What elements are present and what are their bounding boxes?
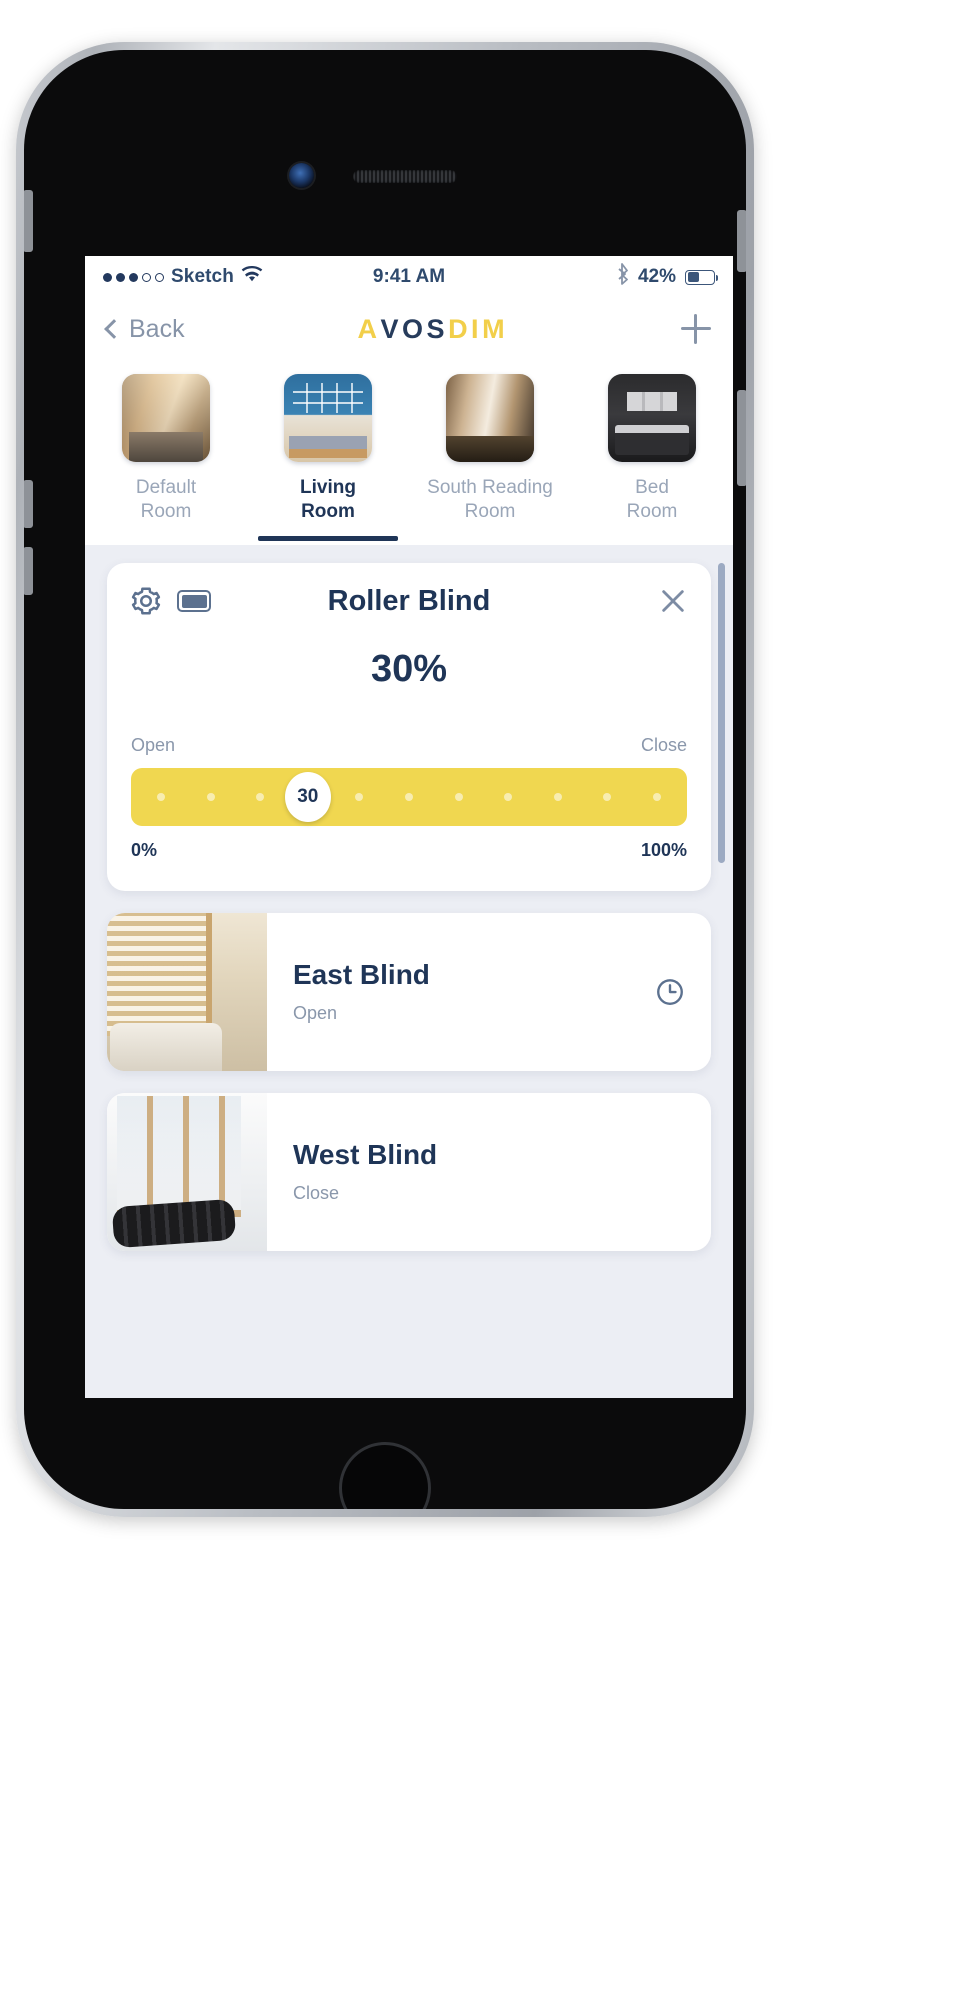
room-thumbnail: [446, 374, 534, 462]
phone-device-frame: Sketch 9:41 AM 42% Back A VOS DIM Defaul…: [16, 42, 754, 1517]
slider-endpoint-labels: Open Close: [131, 735, 687, 756]
slider-handle[interactable]: 30: [284, 771, 331, 822]
room-tab-label: Default Room: [135, 477, 197, 523]
roller-blind-control-card: Roller Blind 30% Open Close 30 0% 100%: [107, 562, 711, 891]
slider-max-label: 100%: [640, 839, 687, 860]
battery-status-icon: [685, 269, 718, 285]
carrier-name: Sketch: [171, 266, 234, 287]
gear-icon[interactable]: [131, 586, 161, 616]
logo-part-dim: DIM: [448, 313, 509, 344]
app-logo: A VOS DIM: [358, 314, 509, 345]
roller-card-title: Roller Blind: [327, 584, 491, 617]
status-bar-left: Sketch: [103, 265, 373, 289]
room-thumbnail: [122, 374, 210, 462]
battery-percent-label: 42%: [637, 266, 676, 287]
close-icon[interactable]: [567, 587, 687, 615]
app-navbar: Back A VOS DIM: [85, 298, 733, 360]
vertical-scrollbar[interactable]: [718, 562, 725, 863]
front-camera-icon: [289, 163, 314, 188]
wifi-icon: [241, 265, 263, 289]
slider-open-label: Open: [131, 734, 176, 755]
chevron-left-icon: [104, 319, 124, 339]
back-button-label: Back: [129, 314, 185, 343]
screenshot-stage: Sketch 9:41 AM 42% Back A VOS DIM Defaul…: [0, 0, 970, 1995]
position-slider[interactable]: 30: [131, 767, 687, 826]
room-tab-label: Living Room: [300, 477, 356, 523]
active-tab-indicator: [258, 535, 398, 541]
device-state: Open: [293, 1003, 338, 1024]
room-tab-living-room[interactable]: Living Room: [247, 374, 409, 541]
back-button[interactable]: Back: [104, 314, 185, 344]
device-name: East Blind: [293, 959, 430, 991]
slider-close-label: Close: [640, 734, 687, 755]
room-tab-bed-room[interactable]: Bed Room: [571, 374, 733, 535]
room-tab-south-reading-room[interactable]: South Reading Room: [409, 374, 571, 535]
room-thumbnail: [284, 374, 372, 462]
device-card-west-blind[interactable]: West Blind Close: [107, 1092, 711, 1251]
clock-icon[interactable]: [655, 977, 685, 1007]
bluetooth-icon: [615, 263, 629, 291]
device-battery-icon[interactable]: [177, 590, 211, 613]
signal-strength-icon: [103, 272, 164, 282]
add-device-button[interactable]: [681, 314, 711, 344]
roller-card-header: Roller Blind: [131, 585, 687, 618]
device-thumbnail: [107, 1092, 267, 1251]
room-tab-label: South Reading Room: [427, 477, 553, 523]
logo-part-vos: VOS: [380, 313, 449, 344]
logo-part-a: A: [357, 313, 381, 344]
status-bar-right: 42%: [445, 263, 718, 291]
slider-range-labels: 0% 100%: [131, 840, 687, 861]
room-thumbnail: [608, 374, 696, 462]
device-name: West Blind: [293, 1139, 438, 1171]
device-card-east-blind[interactable]: East Blind Open: [107, 912, 711, 1071]
earpiece-speaker-icon: [353, 170, 457, 183]
roller-percent-value: 30%: [370, 647, 448, 690]
device-state: Close: [293, 1183, 340, 1204]
phone-bezel: Sketch 9:41 AM 42% Back A VOS DIM Defaul…: [24, 50, 746, 1509]
status-bar: Sketch 9:41 AM 42%: [85, 256, 733, 298]
slider-min-label: 0%: [131, 839, 158, 860]
slider-ticks: [131, 768, 687, 826]
room-tab-label: Bed Room: [626, 477, 678, 523]
room-tab-bar: Default Room Living Room South Reading Room: [85, 360, 733, 541]
device-thumbnail: [107, 912, 267, 1071]
status-bar-time: 9:41 AM: [372, 266, 446, 287]
device-list-scroll-area[interactable]: Roller Blind 30% Open Close 30 0% 100% E…: [85, 544, 733, 1398]
home-button[interactable]: [339, 1442, 431, 1509]
room-tab-default-room[interactable]: Default Room: [85, 374, 247, 535]
app-screen: Sketch 9:41 AM 42% Back A VOS DIM Defaul…: [85, 256, 733, 1398]
